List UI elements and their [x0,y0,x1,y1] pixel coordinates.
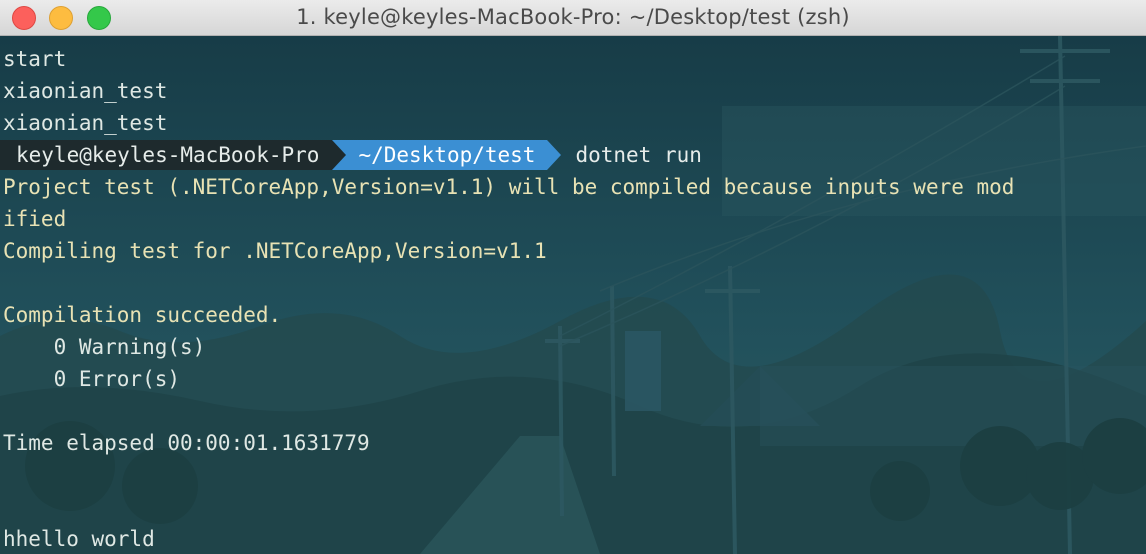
output-line: ified [3,207,67,231]
entered-command: dotnet run [575,143,702,167]
shell-prompt: keyle@keyles-MacBook-Pro ~/Desktop/test … [0,139,1143,171]
terminal-content[interactable]: start xiaonian_test xiaonian_test keyle@… [0,36,1146,554]
output-line: Compilation succeeded. [3,303,282,327]
output-line: start [3,47,67,71]
prompt-separator-icon [547,140,562,170]
output-line: hhello world [3,527,155,551]
prompt-user-segment: keyle@keyles-MacBook-Pro [0,140,333,170]
title-bar[interactable]: 1. keyle@keyles-MacBook-Pro: ~/Desktop/t… [0,0,1146,36]
terminal-output: start xiaonian_test xiaonian_test keyle@… [0,43,1143,554]
output-line: Project test (.NETCoreApp,Version=v1.1) … [3,175,1015,199]
output-line: Compiling test for .NETCoreApp,Version=v… [3,239,547,263]
output-line: Time elapsed 00:00:01.1631779 [3,431,370,455]
output-line: 0 Warning(s) [3,335,206,359]
prompt-path-segment: ~/Desktop/test [346,140,548,170]
window-title: 1. keyle@keyles-MacBook-Pro: ~/Desktop/t… [296,5,850,29]
output-line: xiaonian_test [3,111,168,135]
terminal-window: 1. keyle@keyles-MacBook-Pro: ~/Desktop/t… [0,0,1146,554]
output-line: 0 Error(s) [3,367,181,391]
output-line: xiaonian_test [3,79,168,103]
prompt-separator-icon [332,140,347,170]
